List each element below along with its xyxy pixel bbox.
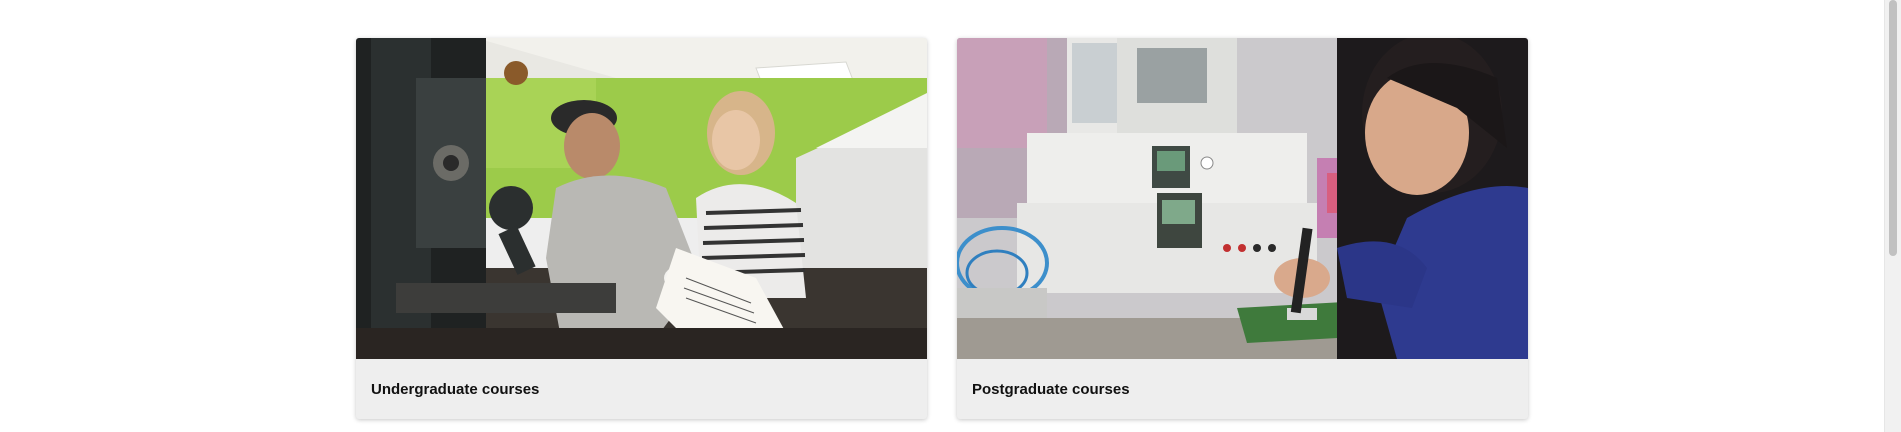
undergraduate-courses-image [356,38,927,359]
postgraduate-courses-card[interactable]: Postgraduate courses [957,38,1528,419]
scrollbar-thumb[interactable] [1889,0,1897,256]
postgraduate-courses-label: Postgraduate courses [972,380,1130,398]
course-cards: Undergraduate courses Postgraduate cours… [356,38,1528,419]
page: Undergraduate courses Postgraduate cours… [0,0,1901,432]
undergraduate-courses-card[interactable]: Undergraduate courses [356,38,927,419]
postgraduate-courses-image [957,38,1528,359]
vertical-scrollbar[interactable] [1884,0,1901,432]
undergraduate-courses-label: Undergraduate courses [371,380,540,398]
